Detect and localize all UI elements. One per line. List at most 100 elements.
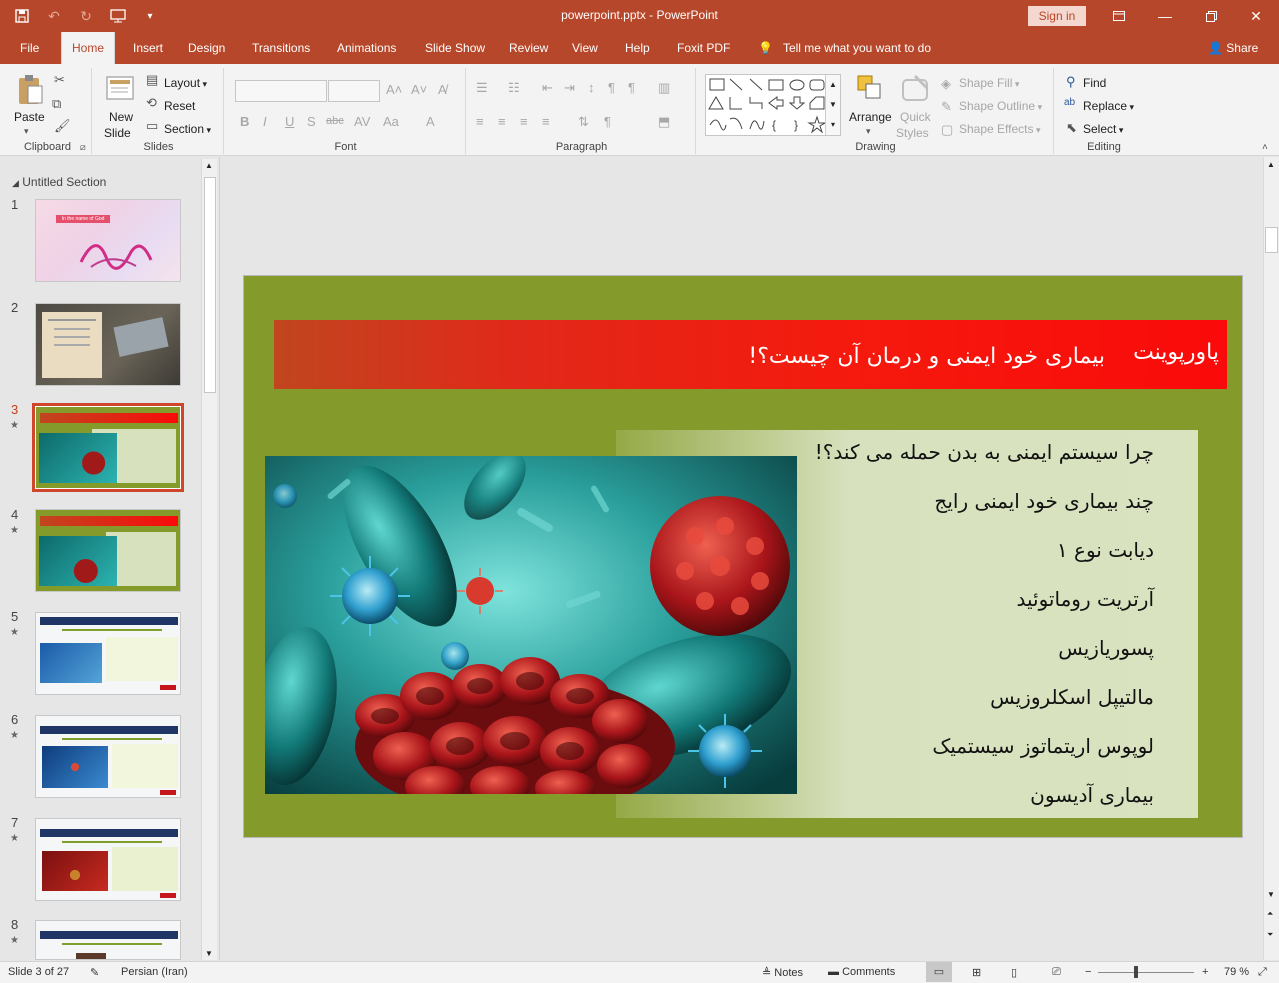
paste-button[interactable]: Paste bbox=[14, 110, 45, 124]
slide-thumbnail-6[interactable] bbox=[35, 715, 181, 798]
shape-fill-button[interactable]: Shape Fill ▾ bbox=[959, 76, 1019, 90]
align-text-icon[interactable]: ⬒ bbox=[658, 114, 670, 130]
reading-view-icon[interactable]: ▯ bbox=[1011, 966, 1017, 979]
align-right-icon[interactable]: ≡ bbox=[520, 114, 528, 129]
columns-icon[interactable]: ▥ bbox=[658, 80, 670, 96]
tab-review[interactable]: Review bbox=[499, 32, 558, 64]
shape-outline-button[interactable]: Shape Outline ▾ bbox=[959, 99, 1042, 113]
tab-slide-show[interactable]: Slide Show bbox=[415, 32, 495, 64]
scroll-down-icon[interactable]: ▼ bbox=[1267, 890, 1275, 899]
notes-button[interactable]: ≜ Notes bbox=[762, 966, 803, 979]
slide-thumbnail-3[interactable] bbox=[32, 403, 184, 492]
close-icon[interactable]: ✕ bbox=[1233, 0, 1279, 32]
strikethrough-button[interactable]: abc bbox=[326, 115, 344, 127]
scroll-down-icon[interactable]: ▼ bbox=[205, 949, 213, 958]
tab-help[interactable]: Help bbox=[615, 32, 660, 64]
paste-icon[interactable] bbox=[16, 74, 44, 109]
tab-view[interactable]: View bbox=[562, 32, 608, 64]
justify-icon[interactable]: ≡ bbox=[542, 114, 550, 129]
new-slide-label-2[interactable]: Slide bbox=[104, 126, 131, 140]
font-color-button[interactable]: A bbox=[426, 114, 435, 129]
tab-animations[interactable]: Animations bbox=[327, 32, 406, 64]
spelling-icon[interactable]: ✎ bbox=[90, 966, 99, 979]
rtl-paragraph-icon[interactable]: ¶ bbox=[604, 114, 611, 129]
underline-button[interactable]: U bbox=[285, 114, 294, 129]
next-slide-icon[interactable]: ⏷ bbox=[1267, 930, 1273, 940]
zoom-slider[interactable] bbox=[1098, 972, 1194, 973]
new-slide-icon[interactable] bbox=[106, 74, 134, 105]
text-direction-icon[interactable]: ⇅ bbox=[578, 114, 589, 130]
slide-thumbnail-2[interactable] bbox=[35, 303, 181, 386]
format-painter-icon[interactable]: 🖌 bbox=[54, 118, 71, 134]
copy-icon[interactable]: ⧉ bbox=[52, 96, 61, 112]
tab-insert[interactable]: Insert bbox=[123, 32, 173, 64]
slide-scroll-thumb[interactable] bbox=[1265, 227, 1278, 253]
tab-home[interactable]: Home bbox=[61, 32, 116, 64]
slide-scrollbar[interactable]: ▲ ▼ ⏶ ⏷ bbox=[1263, 157, 1279, 960]
paste-dropdown-icon[interactable]: ▾ bbox=[24, 126, 29, 137]
slide-thumbnail-1[interactable]: In the name of God bbox=[35, 199, 181, 282]
comments-button[interactable]: ▬ Comments bbox=[828, 966, 895, 978]
font-name-combo[interactable] bbox=[235, 80, 327, 102]
replace-button[interactable]: Replace ▾ bbox=[1083, 99, 1134, 113]
find-button[interactable]: Find bbox=[1083, 76, 1106, 90]
quick-styles-icon[interactable] bbox=[901, 74, 931, 107]
section-header[interactable]: ◢ Untitled Section bbox=[12, 175, 106, 189]
ribbon-display-options-icon[interactable] bbox=[1096, 0, 1142, 32]
restore-icon[interactable] bbox=[1188, 0, 1234, 32]
clear-formatting-icon[interactable]: A̸ bbox=[438, 82, 447, 97]
bullets-icon[interactable]: ☰ bbox=[476, 80, 488, 96]
slide-thumbnail-4[interactable] bbox=[35, 509, 181, 592]
slide-thumbnail-5[interactable] bbox=[35, 612, 181, 695]
spacing-icon[interactable]: AV bbox=[354, 114, 370, 129]
sign-in-button[interactable]: Sign in bbox=[1028, 6, 1086, 26]
select-button[interactable]: Select ▾ bbox=[1083, 122, 1123, 136]
font-size-combo[interactable] bbox=[328, 80, 380, 102]
minimize-icon[interactable]: — bbox=[1142, 0, 1188, 32]
tab-file[interactable]: File bbox=[10, 32, 49, 64]
decrease-indent-icon[interactable]: ⇤ bbox=[542, 80, 553, 96]
thumbnail-scrollbar[interactable]: ▲ ▼ bbox=[201, 159, 217, 960]
new-slide-label-1[interactable]: New bbox=[109, 110, 133, 124]
tab-transitions[interactable]: Transitions bbox=[242, 32, 320, 64]
shape-effects-button[interactable]: Shape Effects ▾ bbox=[959, 122, 1041, 136]
slide-thumbnail-8[interactable] bbox=[35, 920, 181, 960]
slide-show-icon[interactable]: ⎚ bbox=[1052, 966, 1061, 979]
arrange-button[interactable]: Arrange bbox=[849, 110, 892, 124]
bold-button[interactable]: B bbox=[240, 114, 249, 129]
reset-button[interactable]: Reset bbox=[164, 99, 195, 113]
layout-button[interactable]: Layout ▾ bbox=[164, 76, 207, 90]
zoom-level[interactable]: 79 % bbox=[1224, 966, 1249, 978]
shadow-button[interactable]: S bbox=[307, 114, 316, 129]
quick-styles-label-2[interactable]: Styles bbox=[896, 126, 929, 140]
tab-design[interactable]: Design bbox=[178, 32, 235, 64]
ltr-icon[interactable]: ¶ bbox=[628, 80, 635, 95]
align-left-icon[interactable]: ≡ bbox=[476, 114, 484, 129]
grow-font-icon[interactable]: A˄ bbox=[386, 82, 402, 97]
rtl-icon[interactable]: ¶ bbox=[608, 80, 615, 95]
section-button[interactable]: Section ▾ bbox=[164, 122, 211, 136]
line-spacing-icon[interactable]: ↕ bbox=[588, 80, 595, 95]
quick-styles-label-1[interactable]: Quick bbox=[900, 110, 931, 124]
shrink-font-icon[interactable]: A˅ bbox=[411, 82, 427, 97]
slide-canvas[interactable]: بیماری خود ایمنی و درمان آن چیست؟! پاورپ… bbox=[243, 275, 1243, 838]
tab-foxit-pdf[interactable]: Foxit PDF bbox=[667, 32, 740, 64]
arrange-icon[interactable] bbox=[856, 74, 884, 105]
fit-to-window-icon[interactable]: ⤢ bbox=[1258, 966, 1267, 979]
collapse-ribbon-icon[interactable]: ˄ bbox=[1262, 142, 1268, 153]
clipboard-launcher-icon[interactable]: ⧄ bbox=[80, 142, 86, 153]
shapes-gallery[interactable]: { } ▲ ▼ ▾ bbox=[705, 74, 841, 136]
slide-title-bar[interactable]: بیماری خود ایمنی و درمان آن چیست؟! پاورپ… bbox=[274, 320, 1227, 389]
scroll-up-icon[interactable]: ▲ bbox=[205, 161, 213, 170]
cut-icon[interactable]: ✂ bbox=[54, 72, 65, 88]
zoom-in-icon[interactable]: + bbox=[1202, 966, 1208, 978]
virus-blood-cells-image[interactable] bbox=[265, 456, 797, 794]
share-button[interactable]: 👤 Share bbox=[1198, 32, 1268, 64]
tell-me-search[interactable]: 💡 Tell me what you want to do bbox=[748, 32, 941, 64]
slide-thumbnail-7[interactable] bbox=[35, 818, 181, 901]
zoom-slider-thumb[interactable] bbox=[1134, 966, 1138, 978]
numbering-icon[interactable]: ☷ bbox=[508, 80, 520, 96]
scroll-thumb[interactable] bbox=[204, 177, 216, 393]
scroll-up-icon[interactable]: ▲ bbox=[1267, 160, 1275, 169]
shapes-more-icon[interactable]: ▲ ▼ ▾ bbox=[825, 75, 840, 135]
